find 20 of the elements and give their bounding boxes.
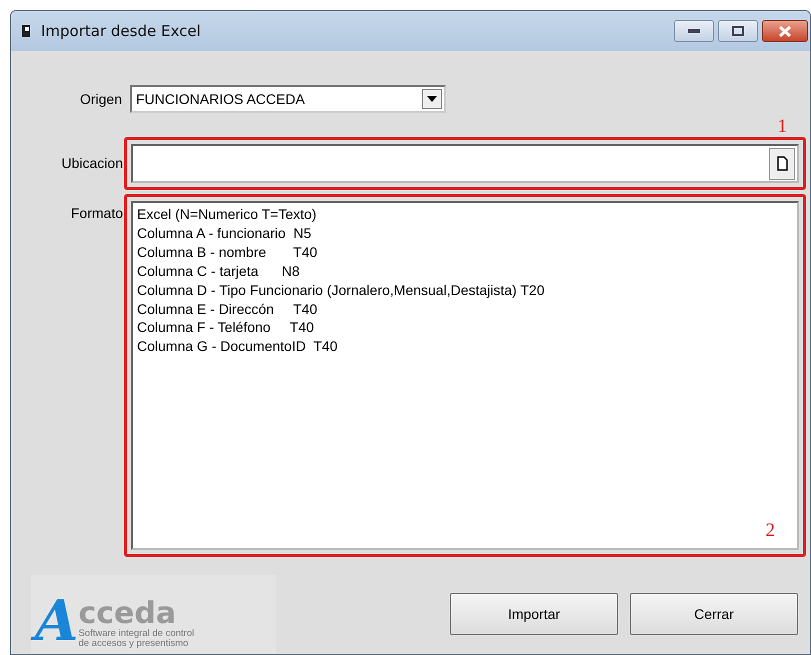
formato-label: Formato [70, 204, 124, 223]
annotation-number: 2 [766, 521, 775, 540]
origen-dropdown[interactable]: FUNCIONARIOS ACCEDA [130, 85, 446, 113]
annotation-number: 1 [778, 117, 787, 137]
import-button[interactable]: Importar [450, 593, 618, 635]
document-icon [776, 156, 788, 171]
app-icon [19, 23, 33, 39]
ubicacion-label: Ubicacion [60, 154, 124, 173]
maximize-button[interactable] [718, 20, 758, 42]
minimize-button[interactable] [674, 20, 714, 42]
origen-label: Origen [78, 90, 123, 109]
dropdown-arrow-icon [427, 96, 437, 102]
close-dialog-button[interactable]: Cerrar [630, 593, 798, 635]
maximize-icon [732, 26, 744, 36]
close-icon [779, 26, 791, 36]
browse-button[interactable] [769, 148, 795, 180]
close-button[interactable] [762, 20, 808, 42]
minimize-icon [688, 29, 700, 33]
ubicacion-field[interactable] [131, 144, 799, 183]
window-title: Importar desde Excel [41, 20, 201, 42]
